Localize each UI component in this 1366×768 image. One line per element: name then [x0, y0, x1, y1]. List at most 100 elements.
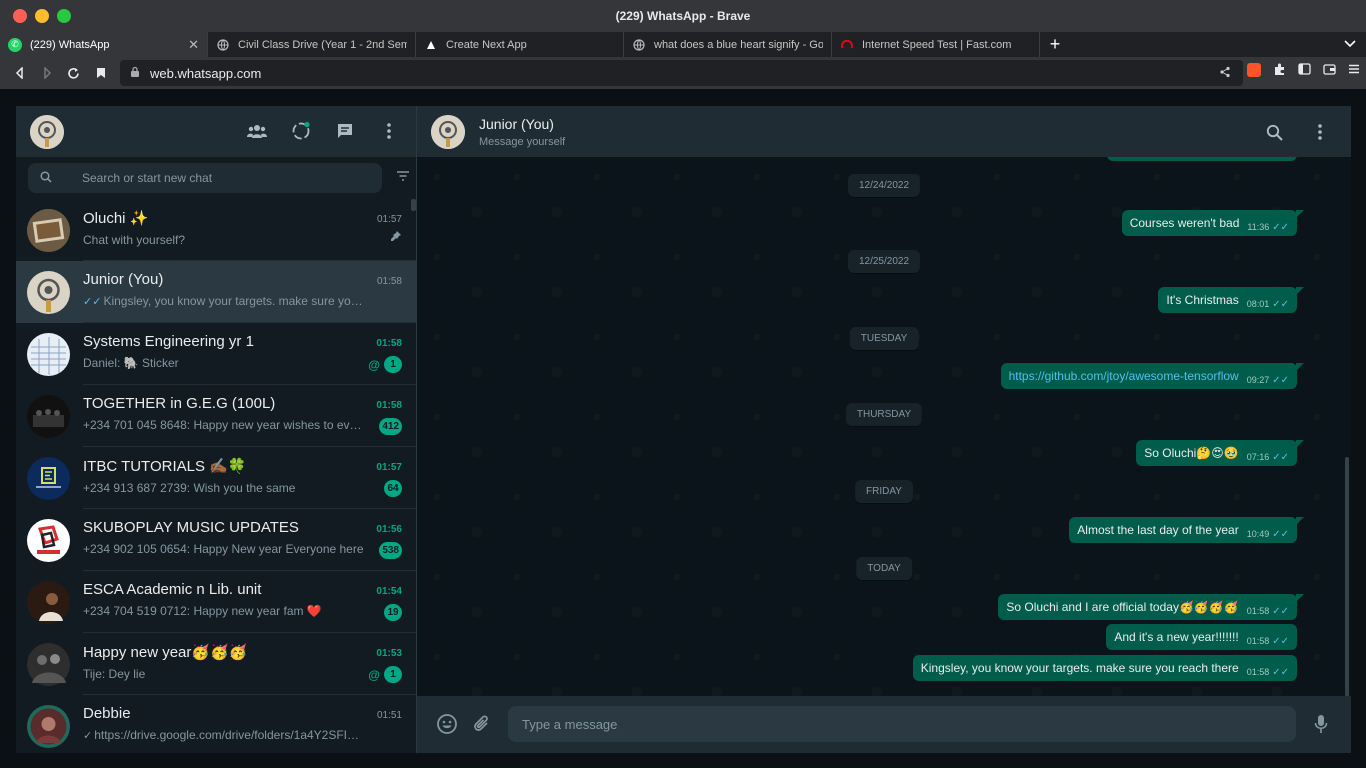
- read-receipt-icon: ✓✓: [1272, 375, 1289, 386]
- date-divider: 12/25/2022: [847, 250, 921, 273]
- date-divider: 12/24/2022: [847, 174, 921, 197]
- tab-whatsapp[interactable]: ✆ (229) WhatsApp ✕: [0, 32, 208, 57]
- bookmark-icon[interactable]: [87, 59, 114, 87]
- back-arrow-icon[interactable]: [6, 59, 33, 87]
- tab-label: (229) WhatsApp: [30, 38, 110, 51]
- chat-item-junior-you[interactable]: Junior (You) 01:58 ✓✓ Kingsley, you know …: [16, 261, 416, 323]
- attach-paperclip-icon[interactable]: [470, 712, 494, 736]
- message-bubble[interactable]: So Oluchi🤔😍🥹 07:16 ✓✓: [1136, 440, 1304, 466]
- chat-time: 01:58: [376, 400, 402, 411]
- chat-preview: +234 704 519 0712: Happy new year fam ❤️: [83, 604, 322, 618]
- menu-dots-icon[interactable]: [1309, 121, 1331, 143]
- message-bubble[interactable]: Kingsley, you know your targets. make su…: [912, 655, 1297, 681]
- filter-icon[interactable]: [396, 169, 410, 187]
- new-chat-icon[interactable]: [334, 120, 356, 142]
- brave-shields-icon[interactable]: [1247, 63, 1261, 77]
- message-input[interactable]: Type a message: [508, 706, 1296, 742]
- chat-time: 01:53: [376, 648, 402, 659]
- search-input[interactable]: Search or start new chat: [28, 163, 382, 193]
- message-bubble[interactable]: Almost the last day of the year 10:49 ✓✓: [1069, 517, 1304, 543]
- messages-scrollbar[interactable]: [1345, 457, 1349, 696]
- chat-list: Oluchi ✨ 01:57 Chat with yourself? Junio…: [16, 199, 416, 753]
- chat-preview: ✓ https://drive.google.com/drive/folders/…: [83, 728, 396, 742]
- message-composer: Type a message: [417, 696, 1351, 753]
- speedometer-icon: [840, 38, 854, 52]
- tab-label: Create Next App: [446, 38, 527, 51]
- chat-preview: +234 701 045 8648: Happy new year wishes…: [83, 418, 387, 432]
- message-bubble[interactable]: And it's a new year!!!!!!! 01:58 ✓✓: [1106, 624, 1297, 650]
- globe-icon: [632, 38, 646, 52]
- tab-create-next-app[interactable]: Create Next App: [416, 32, 624, 57]
- menu-dots-icon[interactable]: [378, 120, 400, 142]
- message-bubble[interactable]: https://github.com/jtoy/awesome-tensorfl…: [1000, 363, 1305, 389]
- status-icon[interactable]: [290, 120, 312, 142]
- vercel-icon: [424, 38, 438, 52]
- search-icon[interactable]: [1263, 121, 1285, 143]
- chat-name: Junior (You): [83, 271, 164, 288]
- menu-hamburger-icon[interactable]: [1348, 63, 1360, 79]
- new-tab-button[interactable]: +: [1040, 32, 1070, 57]
- message-bubble[interactable]: Courses weren't bad 11:36 ✓✓: [1121, 210, 1305, 236]
- conversation-header[interactable]: Junior (You) Message yourself: [417, 106, 1351, 157]
- whatsapp-icon: ✆: [8, 37, 22, 52]
- tab-search-chevron-icon[interactable]: [1344, 37, 1356, 51]
- chat-item-systems-engineering[interactable]: Systems Engineering yr 1 01:58 Daniel: 🐘…: [16, 323, 416, 385]
- tab-fast-com[interactable]: Internet Speed Test | Fast.com: [832, 32, 1040, 57]
- chat-item-together-geg[interactable]: TOGETHER in G.E.G (100L) 01:58 +234 701 …: [16, 385, 416, 447]
- double-check-icon: ✓✓: [83, 296, 102, 308]
- chat-item-debbie[interactable]: Debbie 01:51 ✓ https://drive.google.com/d…: [16, 695, 416, 753]
- unread-badge: 1: [384, 356, 402, 373]
- message-text: It's Christmas: [1166, 293, 1239, 307]
- message-meta: 10:49 ✓✓: [1247, 529, 1289, 540]
- chat-preview: Chat with yourself?: [83, 233, 186, 247]
- message-text: Courses weren't bad: [1129, 216, 1240, 230]
- contact-avatar[interactable]: [431, 114, 465, 149]
- chat-item-itbc-tutorials[interactable]: ITBC TUTORIALS ✍🏾🍀 01:57 +234 913 687 27…: [16, 447, 416, 509]
- sidebar-header: [16, 106, 416, 157]
- chat-preview: +234 902 105 0654: Happy New year Everyo…: [83, 542, 364, 556]
- read-receipt-icon: ✓✓: [1272, 636, 1289, 647]
- avatar: [27, 704, 70, 748]
- reload-icon[interactable]: [60, 59, 87, 87]
- extensions-icon[interactable]: [1273, 63, 1286, 79]
- chat-time: 01:54: [376, 586, 402, 597]
- forward-arrow-icon[interactable]: [33, 59, 60, 87]
- tab-label: what does a blue heart signify - Goog: [654, 38, 823, 51]
- message-text: Almost the last day of the year: [1077, 523, 1239, 537]
- message-bubble[interactable]: It's Christmas 08:01 ✓✓: [1158, 287, 1304, 313]
- message-bubble[interactable]: So Oluchi and I are official today🥳🥳🥳🥳 01…: [998, 594, 1304, 620]
- microphone-icon[interactable]: [1309, 712, 1333, 736]
- share-icon[interactable]: [1219, 66, 1231, 81]
- minimize-window-button[interactable]: [35, 9, 49, 23]
- message-link[interactable]: https://github.com/jtoy/awesome-tensorfl…: [1009, 369, 1239, 383]
- close-window-button[interactable]: [13, 9, 27, 23]
- chat-name: SKUBOPLAY MUSIC UPDATES: [83, 519, 299, 536]
- communities-icon[interactable]: [246, 120, 268, 142]
- message-meta: 09:27 ✓✓: [1247, 375, 1289, 386]
- chat-item-skuboplay[interactable]: SKUBOPLAY MUSIC UPDATES 01:56 +234 902 1…: [16, 509, 416, 571]
- chat-item-happy-new-year[interactable]: Happy new year🥳🥳🥳 01:53 Tije: Dey lie @ …: [16, 633, 416, 695]
- emoji-icon[interactable]: [435, 712, 459, 736]
- chat-name: ESCA Academic n Lib. unit: [83, 581, 262, 598]
- chat-name: Oluchi ✨: [83, 210, 149, 227]
- message-text: So Oluchi and I are official today🥳🥳🥳🥳: [1006, 600, 1239, 614]
- mention-icon: @: [368, 358, 380, 372]
- chat-time: 01:57: [376, 462, 402, 473]
- avatar: [27, 332, 70, 376]
- wallet-icon[interactable]: [1323, 63, 1336, 79]
- close-tab-icon[interactable]: ✕: [188, 37, 199, 53]
- chat-item-esca-academic[interactable]: ESCA Academic n Lib. unit 01:54 +234 704…: [16, 571, 416, 633]
- browser-toolbar: web.whatsapp.com: [0, 57, 1366, 89]
- chat-time: 01:57: [376, 214, 402, 225]
- tab-google-search[interactable]: what does a blue heart signify - Goog: [624, 32, 832, 57]
- address-bar[interactable]: web.whatsapp.com: [120, 60, 1243, 86]
- profile-avatar[interactable]: [30, 114, 64, 149]
- chat-item-oluchi[interactable]: Oluchi ✨ 01:57 Chat with yourself?: [16, 199, 416, 261]
- search-placeholder: Search or start new chat: [82, 171, 213, 185]
- sidebar-scrollbar[interactable]: [411, 199, 416, 211]
- maximize-window-button[interactable]: [57, 9, 71, 23]
- tab-civil-class-drive[interactable]: Civil Class Drive (Year 1 - 2nd Sem.) -: [208, 32, 416, 57]
- message-text: Kingsley, you know your targets. make su…: [920, 661, 1239, 675]
- sidebar-toggle-icon[interactable]: [1298, 63, 1311, 79]
- chat-preview: Daniel: 🐘 Sticker: [83, 356, 179, 370]
